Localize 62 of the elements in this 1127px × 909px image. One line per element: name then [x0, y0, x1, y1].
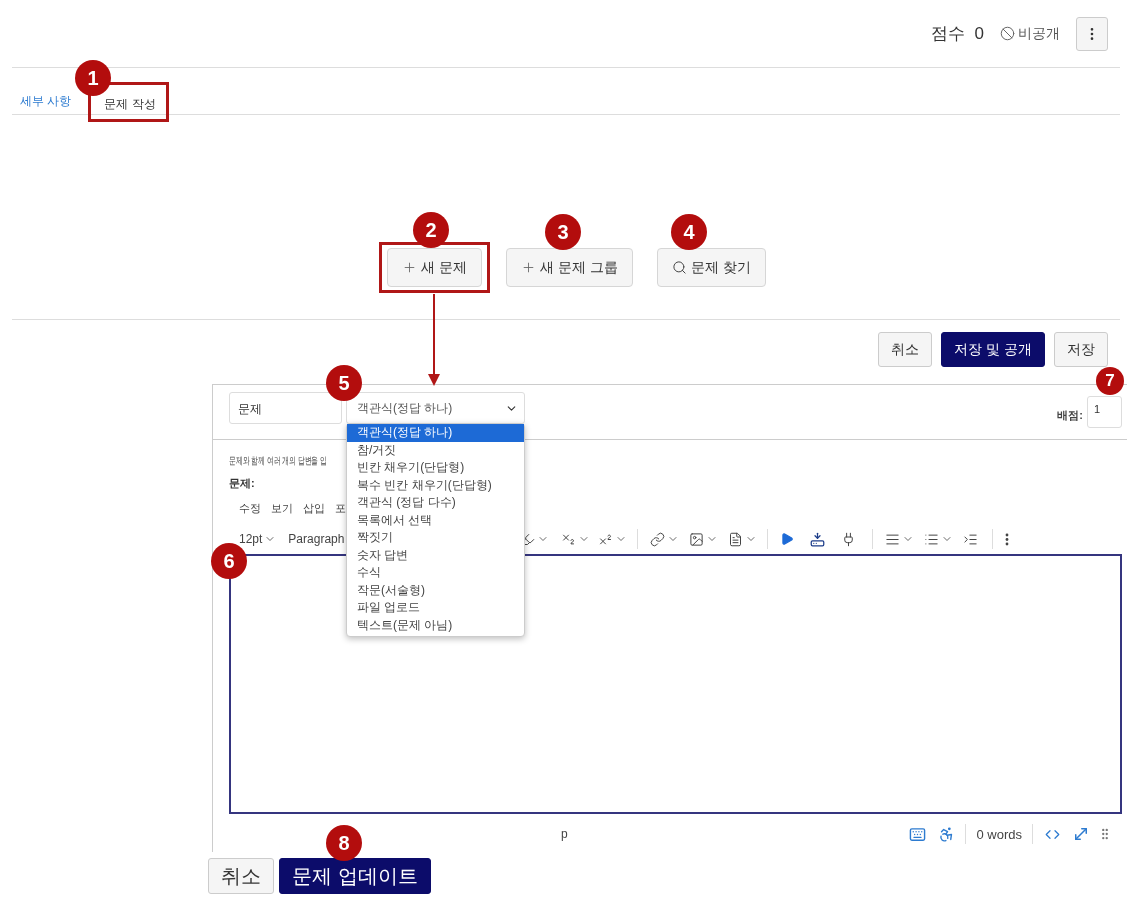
- ban-icon: [1000, 26, 1015, 41]
- more-icon: [1005, 532, 1010, 546]
- add-button[interactable]: 새 문제: [387, 248, 482, 287]
- menu-item[interactable]: 보기: [271, 502, 293, 516]
- element-path: p: [561, 827, 568, 841]
- visibility-status: 비공개: [1000, 24, 1060, 43]
- plus-icon: [520, 260, 536, 275]
- media-icon: [780, 532, 795, 546]
- help-text: 문제와 함께 여러 개의 답변을 입: [229, 454, 327, 468]
- dropdown-option[interactable]: 목록에서 선택: [347, 511, 524, 529]
- tray-icon: [810, 531, 826, 547]
- dropdown-option[interactable]: 텍스트(문제 아님): [347, 616, 524, 634]
- points-field[interactable]: 1: [1087, 396, 1122, 428]
- step-number: 8: [326, 825, 362, 861]
- tab[interactable]: 세부 사항: [20, 93, 72, 110]
- dropdown-option[interactable]: 수식: [347, 564, 524, 582]
- step-number: 6: [211, 543, 247, 579]
- tab[interactable]: 문제 작성: [104, 96, 156, 113]
- dropdown-option[interactable]: 복수 빈칸 채우기(단답형): [347, 476, 524, 494]
- word-count: 0 words: [976, 826, 1022, 842]
- step-number: 4: [671, 214, 707, 250]
- action-button[interactable]: 취소: [878, 332, 933, 367]
- action-button[interactable]: 저장: [1054, 332, 1108, 367]
- document-icon: [728, 531, 744, 547]
- step-number: 3: [545, 214, 581, 250]
- menu-item[interactable]: 포: [335, 502, 346, 516]
- dropdown-option[interactable]: 숫자 답변: [347, 546, 524, 564]
- question-label: 문제:: [229, 476, 255, 491]
- step-number: 5: [326, 365, 362, 401]
- cancel-button[interactable]: 취소: [208, 858, 274, 894]
- menu-item[interactable]: 삽입: [303, 502, 325, 516]
- step-number: 7: [1096, 367, 1124, 395]
- align-icon: [885, 531, 901, 547]
- list-icon: [924, 531, 940, 547]
- save-publish-button[interactable]: 저장 및 공개: [941, 332, 1045, 367]
- font-size-menu[interactable]: 12pt: [239, 532, 277, 546]
- indent-icon: [963, 531, 979, 547]
- image-icon: [689, 531, 705, 547]
- search-icon: [671, 260, 687, 275]
- add-button[interactable]: 새 문제 그룹: [505, 248, 633, 287]
- update-question-button[interactable]: 문제 업데이트: [279, 858, 431, 894]
- dropdown-option[interactable]: 참/거짓: [347, 441, 524, 459]
- dropdown-option[interactable]: 빈칸 채우기(단답형): [347, 459, 524, 477]
- step-number: 1: [75, 60, 111, 96]
- link-icon: [650, 531, 666, 547]
- points-label: 배점:: [1057, 407, 1083, 423]
- block-format-menu[interactable]: Paragraph: [288, 532, 345, 546]
- subscript-icon: [561, 531, 577, 547]
- find-question-button[interactable]: 문제 찾기: [656, 248, 766, 287]
- dropdown-option[interactable]: 짝짓기: [347, 529, 524, 547]
- menu-item[interactable]: 수정: [239, 502, 261, 516]
- dropdown-option[interactable]: 객관식 (정답 다수): [347, 494, 524, 512]
- dropdown-option[interactable]: 작문(서술형): [347, 581, 524, 599]
- keyboard-icon: [909, 825, 927, 843]
- expand-icon: [1072, 825, 1090, 843]
- superscript-icon: [598, 531, 614, 547]
- step-number: 2: [413, 212, 449, 248]
- plus-icon: [402, 260, 417, 275]
- score-value: 0: [974, 23, 984, 44]
- dropdown-option[interactable]: 객관식(정답 하나): [347, 424, 524, 442]
- dropdown-option[interactable]: 파일 업로드: [347, 599, 524, 617]
- score-label: 점수: [930, 23, 965, 45]
